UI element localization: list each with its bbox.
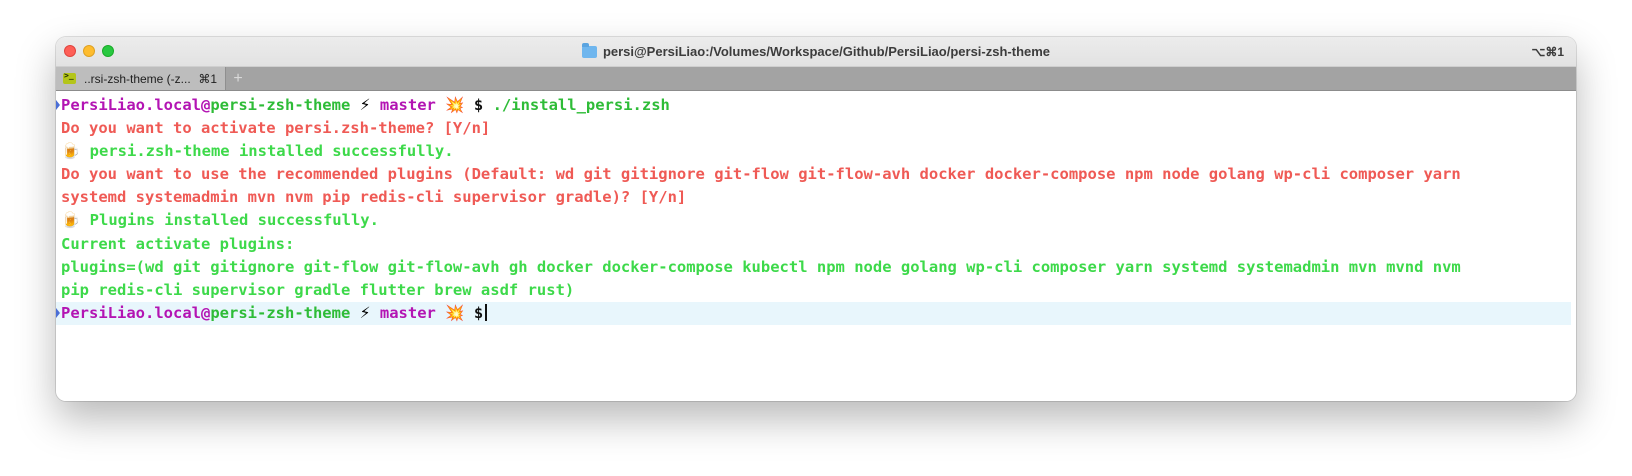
window-shortcut: ⌥⌘1	[1531, 44, 1564, 59]
window-title: persi@PersiLiao:/Volumes/Workspace/Githu…	[602, 44, 1051, 59]
prompt-dollar: $	[473, 303, 484, 322]
terminal-output[interactable]: PersiLiao.local@persi-zsh-theme ⚡ master…	[56, 91, 1576, 401]
prompt-mark-icon	[56, 100, 60, 110]
question-plugins-line-1: Do you want to use the recommended plugi…	[61, 165, 1461, 184]
beer-icon: 🍺	[61, 142, 81, 161]
text-cursor[interactable]	[485, 303, 488, 321]
tab-shortcut: ⌘1	[198, 71, 217, 86]
theme-installed-line: 🍺 persi.zsh-theme installed successfully…	[56, 140, 1576, 163]
new-tab-button[interactable]: +	[228, 67, 248, 90]
plugins-list-line-1: plugins=(wd git gitignore git-flow git-f…	[61, 257, 1461, 276]
folder-icon	[581, 42, 597, 58]
window-title-container: persi@PersiLiao:/Volumes/Workspace/Githu…	[56, 37, 1576, 66]
lightning-icon: ⚡	[359, 303, 371, 322]
theme-installed-message: persi.zsh-theme installed successfully.	[89, 142, 454, 161]
plugins-installed-message: Plugins installed successfully.	[89, 211, 379, 230]
plugins-installed-line: 🍺 Plugins installed successfully.	[56, 209, 1576, 232]
tab-label: ..rsi-zsh-theme (-z...	[84, 71, 191, 86]
command-text: ./install_persi.zsh	[492, 96, 670, 114]
prompt-dir: persi-zsh-theme	[210, 303, 351, 322]
question-activate-theme: Do you want to activate persi.zsh-theme?…	[61, 119, 491, 138]
prompt-at: @	[200, 96, 211, 114]
prompt-mark-icon	[56, 307, 60, 318]
prompt-at: @	[200, 303, 211, 322]
current-plugins-label: Current activate plugins:	[61, 234, 295, 253]
terminal-window: persi@PersiLiao:/Volumes/Workspace/Githu…	[56, 37, 1576, 401]
prompt-dollar: $	[473, 96, 484, 114]
beer-icon: 🍺	[61, 211, 81, 230]
collision-icon: 💥	[445, 303, 465, 322]
terminal-icon	[63, 71, 76, 84]
lightning-icon: ⚡	[359, 96, 371, 114]
prompt-dir: persi-zsh-theme	[210, 96, 351, 114]
prompt-user-host: PersiLiao.local	[61, 96, 201, 114]
plugins-list-line-2: pip redis-cli supervisor gradle flutter …	[61, 280, 575, 299]
question-plugins-line-2: systemd systemadmin mvn nvm pip redis-cl…	[61, 188, 687, 207]
current-prompt-line[interactable]: PersiLiao.local@persi-zsh-theme ⚡ master…	[56, 301, 1571, 325]
prompt-line: PersiLiao.local@persi-zsh-theme ⚡ master…	[56, 94, 1576, 117]
prompt-branch: master	[379, 303, 436, 322]
title-bar: persi@PersiLiao:/Volumes/Workspace/Githu…	[56, 37, 1576, 67]
tab-bar: ..rsi-zsh-theme (-z... ⌘1 +	[56, 67, 1576, 91]
prompt-user-host: PersiLiao.local	[61, 303, 201, 322]
collision-icon: 💥	[445, 96, 465, 114]
prompt-branch: master	[379, 96, 436, 114]
tab-terminal[interactable]: ..rsi-zsh-theme (-z... ⌘1	[56, 67, 226, 90]
